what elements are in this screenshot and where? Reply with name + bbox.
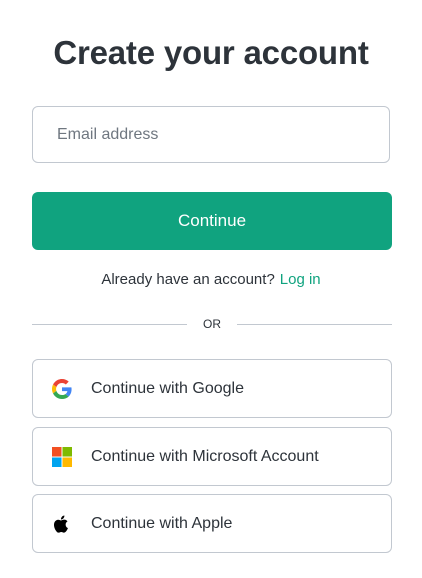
google-icon	[52, 378, 72, 399]
continue-with-microsoft-button[interactable]: Continue with Microsoft Account	[32, 427, 392, 486]
login-link[interactable]: Log in	[280, 271, 321, 288]
login-prompt-text: Already have an account?	[101, 271, 275, 288]
continue-with-google-button[interactable]: Continue with Google	[32, 359, 392, 418]
continue-button[interactable]: Continue	[32, 192, 392, 250]
page-title: Create your account	[53, 34, 369, 71]
email-field[interactable]	[32, 106, 390, 163]
login-prompt: Already have an account? Log in	[0, 270, 422, 290]
apple-icon	[54, 515, 68, 533]
apple-button-label: Continue with Apple	[91, 514, 233, 532]
google-button-label: Continue with Google	[91, 379, 244, 397]
microsoft-button-label: Continue with Microsoft Account	[91, 447, 319, 465]
continue-with-apple-button[interactable]: Continue with Apple	[32, 494, 392, 553]
divider-line-right	[237, 324, 392, 325]
or-divider: OR	[32, 315, 392, 335]
microsoft-icon	[52, 446, 72, 467]
